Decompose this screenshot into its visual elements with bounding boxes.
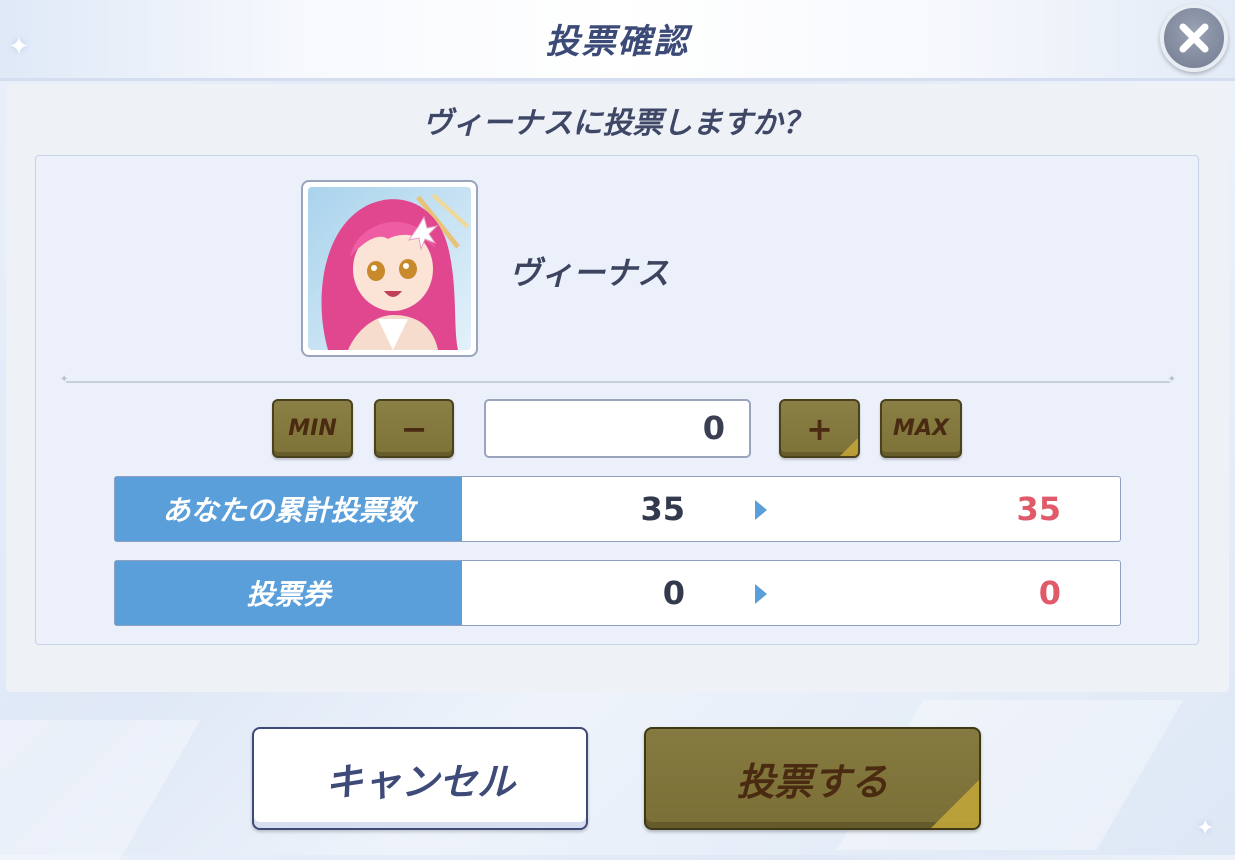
header-bar: ✦ 投票確認 — [0, 0, 1235, 81]
stat-row-total-votes: あなたの累計投票数 35 35 — [114, 476, 1121, 542]
stat-next-value: 0 — [1038, 574, 1061, 612]
divider: ✦ ✦ — [60, 374, 1176, 385]
increment-button[interactable]: + — [779, 399, 860, 458]
page-title: 投票確認 — [545, 22, 690, 62]
vote-question: ヴィーナスに投票しますか？ — [422, 106, 813, 141]
character-portrait — [301, 180, 478, 357]
stat-row-vote-tickets: 投票券 0 0 — [114, 560, 1121, 626]
cancel-button-label: キャンセル — [324, 760, 515, 804]
minus-icon: − — [400, 409, 428, 448]
vote-button[interactable]: 投票する — [644, 727, 981, 830]
sparkle-icon: ✦ — [1167, 374, 1176, 385]
stat-label: あなたの累計投票数 — [115, 477, 462, 541]
close-icon — [1179, 23, 1209, 53]
max-button[interactable]: MAX — [880, 399, 962, 458]
max-button-label: MAX — [893, 416, 949, 441]
plus-icon: + — [806, 409, 833, 448]
cancel-button[interactable]: キャンセル — [252, 727, 588, 830]
stat-label: 投票券 — [115, 561, 462, 625]
button-corner-accent — [840, 438, 858, 456]
stat-current-value: 0 — [662, 574, 685, 612]
close-button[interactable] — [1160, 4, 1228, 72]
background-streak — [0, 720, 201, 860]
arrow-right-icon — [755, 584, 767, 604]
character-name: ヴィーナス — [509, 254, 670, 292]
sparkle-icon: ✦ — [1196, 816, 1215, 841]
vote-button-label: 投票する — [736, 760, 889, 804]
sparkle-icon: ✦ — [60, 374, 69, 385]
arrow-right-icon — [755, 500, 767, 520]
character-art — [308, 187, 471, 350]
vote-count-input[interactable]: 0 — [484, 399, 751, 458]
min-button[interactable]: MIN — [272, 399, 353, 458]
min-button-label: MIN — [288, 416, 337, 441]
stat-next-value: 35 — [1016, 490, 1061, 528]
decrement-button[interactable]: − — [374, 399, 454, 458]
stat-current-value: 35 — [640, 490, 685, 528]
button-corner-accent — [931, 780, 979, 828]
